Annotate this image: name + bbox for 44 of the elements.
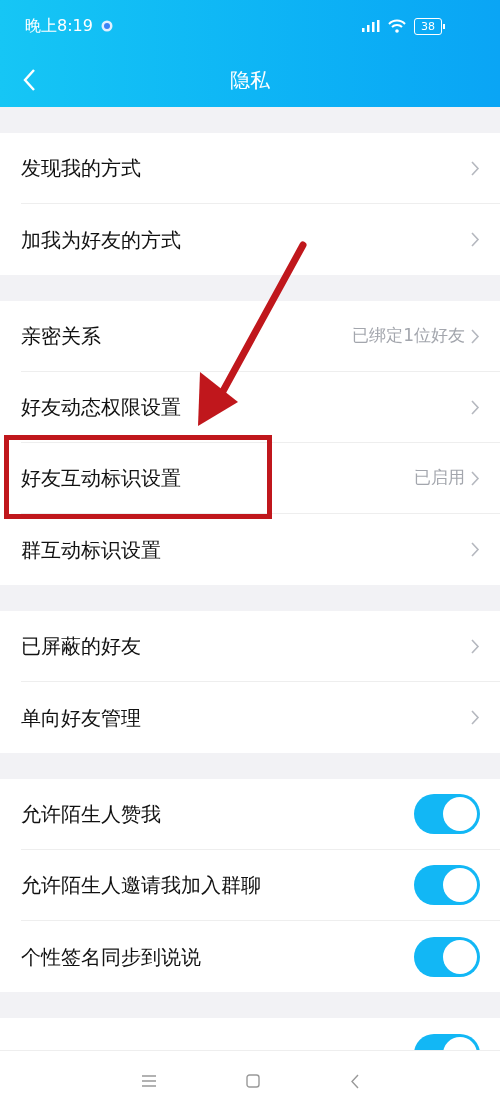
signal-icon (362, 20, 380, 32)
settings-row[interactable]: 已屏蔽的好友 (0, 611, 500, 682)
chevron-right-icon (471, 638, 480, 654)
settings-row[interactable]: 加我为好友的方式 (0, 204, 500, 275)
settings-row[interactable]: 亲密关系 已绑定1位好友 (0, 301, 500, 372)
settings-row[interactable]: 单向好友管理 (0, 682, 500, 753)
battery-indicator: 38 (414, 17, 445, 35)
settings-row[interactable]: 群互动标识设置 (0, 514, 500, 585)
toggle-switch[interactable] (414, 794, 480, 834)
row-label: 群互动标识设置 (21, 536, 161, 564)
row-label: 发现我的方式 (21, 155, 141, 182)
chevron-right-icon (471, 710, 480, 725)
home-icon[interactable] (245, 1074, 260, 1088)
chevron-right-icon (471, 328, 480, 344)
row-value: 已启用 (414, 466, 465, 490)
settings-row[interactable]: 允许陌生人邀请我加入群聊 (0, 850, 500, 921)
row-label: 允许陌生人邀请我加入群聊 (21, 872, 261, 899)
row-label: 个性签名同步到说说 (21, 943, 201, 971)
settings-row[interactable]: 发现我的方式 (0, 133, 500, 204)
settings-row[interactable]: 好友互动标识设置 已启用 (0, 443, 500, 514)
toggle-switch[interactable] (414, 936, 480, 977)
status-time: 晚上8:19 (25, 15, 93, 37)
wifi-icon (388, 19, 406, 33)
chevron-right-icon (471, 542, 480, 557)
chevron-right-icon (471, 160, 480, 176)
row-label: 好友互动标识设置 (21, 465, 181, 492)
row-label: 加我为好友的方式 (21, 226, 181, 254)
toggle-switch[interactable] (414, 865, 480, 905)
app-notification-icon (100, 20, 113, 32)
menu-icon[interactable] (141, 1075, 156, 1087)
row-value: 已绑定1位好友 (352, 324, 465, 348)
row-label: 单向好友管理 (21, 704, 141, 732)
row-label: 亲密关系 (21, 323, 101, 350)
chevron-right-icon (471, 470, 480, 486)
row-label: 已屏蔽的好友 (21, 633, 141, 660)
settings-row[interactable]: 允许陌生人赞我 (0, 779, 500, 850)
row-label: 允许陌生人赞我 (21, 801, 161, 828)
page-title: 隐私 (230, 66, 270, 94)
back-icon[interactable] (349, 1073, 359, 1089)
settings-row[interactable]: 好友动态权限设置 (0, 372, 500, 443)
chevron-right-icon (471, 399, 480, 415)
settings-row[interactable]: 个性签名同步到说说 (0, 921, 500, 992)
row-label: 好友动态权限设置 (21, 394, 181, 421)
chevron-right-icon (471, 232, 480, 247)
